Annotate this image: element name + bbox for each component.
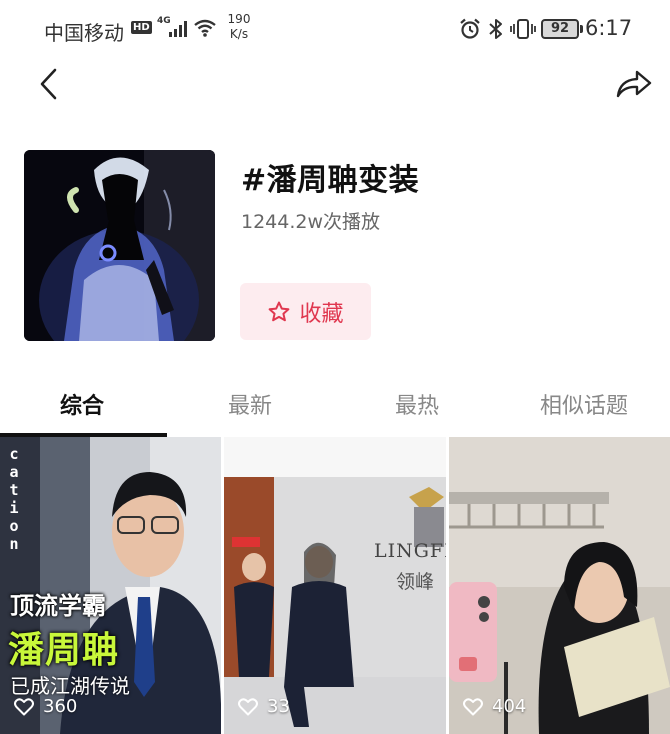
like-count: 33 bbox=[238, 696, 290, 717]
speed-value: 190 bbox=[227, 12, 251, 26]
share-button[interactable] bbox=[612, 64, 656, 104]
back-button[interactable] bbox=[30, 64, 66, 104]
brand-text: LINGFE bbox=[374, 540, 446, 562]
star-outline-icon bbox=[269, 301, 290, 321]
alarm-icon bbox=[460, 18, 480, 39]
favorite-button[interactable]: 收藏 bbox=[240, 283, 371, 340]
wifi-icon bbox=[194, 19, 216, 37]
speed-unit: K/s bbox=[229, 27, 249, 41]
like-count: 404 bbox=[463, 696, 526, 717]
battery-level: 92 bbox=[541, 19, 579, 39]
carrier-name: 中国移动 bbox=[44, 21, 124, 45]
signal-icon bbox=[169, 21, 187, 37]
brand-text-cn: 领峰 bbox=[396, 571, 435, 593]
caption-line2: 潘周聃 bbox=[8, 630, 120, 671]
vibrate-icon bbox=[510, 19, 536, 39]
video-tile[interactable]: LINGFE 领峰 33 bbox=[224, 437, 446, 734]
video-thumbnail bbox=[449, 437, 670, 734]
tab-comprehensive[interactable]: 综合 bbox=[60, 388, 104, 420]
favorite-label: 收藏 bbox=[299, 301, 344, 327]
topic-title: #潘周聃变装 bbox=[241, 163, 420, 198]
video-tile[interactable]: cation 顶流学霸 潘周聃 已成江湖传说 360 bbox=[0, 437, 221, 734]
caption-line3: 已成江湖传说 bbox=[10, 674, 130, 698]
tab-bar: 综合 最新 最热 相似话题 bbox=[0, 380, 670, 436]
share-arrow-icon bbox=[616, 70, 652, 98]
chevron-left-icon bbox=[40, 68, 57, 100]
hd-badge: HD bbox=[131, 21, 152, 34]
heart-outline-icon bbox=[463, 697, 483, 715]
video-grid: cation 顶流学霸 潘周聃 已成江湖传说 360 LINGF 领峰 33 4… bbox=[0, 437, 670, 734]
status-bar: 中国移动 HD 4G 190 K/s 92 6:17 bbox=[0, 0, 670, 58]
clock: 6:17 bbox=[585, 16, 633, 40]
tab-hottest[interactable]: 最热 bbox=[395, 388, 439, 420]
network-speed: 190 K/s bbox=[224, 12, 254, 42]
like-count-value: 404 bbox=[492, 696, 527, 717]
video-tile[interactable]: 404 bbox=[449, 437, 670, 734]
topic-cover-image bbox=[24, 150, 215, 341]
caption-line1: 顶流学霸 bbox=[10, 592, 106, 620]
tab-latest[interactable]: 最新 bbox=[228, 388, 272, 420]
battery-tip bbox=[580, 25, 583, 33]
vertical-caption: cation bbox=[5, 445, 23, 553]
heart-outline-icon bbox=[14, 697, 34, 715]
bluetooth-icon bbox=[489, 19, 502, 39]
like-count-value: 360 bbox=[43, 696, 78, 717]
tab-similar-topics[interactable]: 相似话题 bbox=[540, 388, 628, 420]
heart-outline-icon bbox=[238, 697, 258, 715]
like-count: 360 bbox=[14, 696, 77, 717]
like-count-value: 33 bbox=[267, 696, 290, 717]
play-count: 1244.2w次播放 bbox=[241, 211, 381, 233]
